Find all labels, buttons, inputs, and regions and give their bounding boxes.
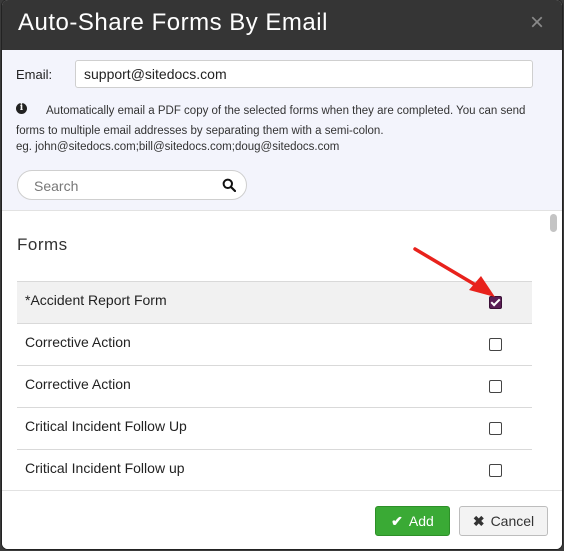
- search-icon[interactable]: [222, 178, 236, 192]
- checkmark-icon: ✔: [391, 512, 403, 529]
- example-text: eg. john@sitedocs.com;bill@sitedocs.com;…: [16, 141, 340, 153]
- scrollbar-thumb[interactable]: [550, 214, 557, 232]
- form-checkbox[interactable]: [489, 380, 502, 393]
- dialog-titlebar: Auto-Share Forms By Email ×: [2, 0, 562, 50]
- email-label: Email:: [16, 67, 53, 82]
- scrollbar[interactable]: [550, 211, 558, 490]
- auto-share-dialog: Auto-Share Forms By Email × Email: i Aut…: [2, 0, 562, 549]
- search-box: [17, 170, 247, 201]
- form-checkbox[interactable]: [489, 338, 502, 351]
- info-text: Automatically email a PDF copy of the se…: [16, 105, 526, 137]
- form-checkbox[interactable]: [489, 464, 502, 477]
- add-button-label: Add: [408, 512, 434, 529]
- dialog-footer: ✔ Add ✖ Cancel: [2, 490, 562, 549]
- form-row[interactable]: Critical Incident Follow up: [17, 449, 532, 490]
- search-input[interactable]: [32, 171, 216, 201]
- form-name: *Accident Report Form: [25, 292, 167, 308]
- form-row[interactable]: Critical Incident Follow Up: [17, 407, 532, 449]
- red-arrow-annotation: [413, 247, 495, 297]
- form-name: Corrective Action: [25, 376, 131, 392]
- email-field[interactable]: [75, 60, 533, 88]
- dialog-title: Auto-Share Forms By Email: [18, 9, 328, 36]
- close-icon[interactable]: ×: [526, 11, 548, 35]
- form-name: Critical Incident Follow Up: [25, 418, 187, 434]
- form-row[interactable]: Corrective Action: [17, 365, 532, 407]
- add-button[interactable]: ✔ Add: [375, 506, 450, 536]
- email-settings-section: Email: i Automatically email a PDF copy …: [2, 50, 562, 211]
- cancel-button-label: Cancel: [490, 512, 535, 529]
- forms-heading: Forms: [17, 235, 68, 254]
- x-icon: ✖: [472, 512, 485, 529]
- form-row[interactable]: Corrective Action: [17, 323, 532, 365]
- form-name: Corrective Action: [25, 334, 131, 350]
- cancel-button[interactable]: ✖ Cancel: [459, 506, 548, 536]
- form-checkbox[interactable]: [489, 422, 502, 435]
- form-list: *Accident Report Form Corrective Action …: [17, 281, 532, 490]
- form-name: Critical Incident Follow up: [25, 460, 185, 476]
